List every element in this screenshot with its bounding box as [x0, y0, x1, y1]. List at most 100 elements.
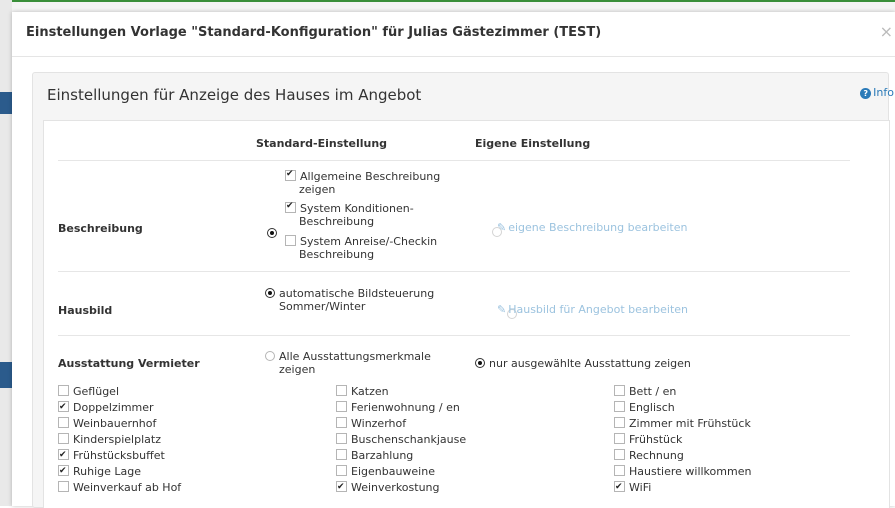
checkbox[interactable] [336, 433, 347, 444]
checkbox[interactable] [614, 449, 625, 460]
option-label: System Konditionen- [300, 202, 414, 215]
amenity-item[interactable]: Eigenbauweine [336, 464, 466, 480]
amenities-column-1: Geflügel Doppelzimmer Weinbauernhof Kinders… [58, 384, 181, 496]
beschreibung-option-2[interactable]: System Anreise/-Checkin [285, 235, 437, 248]
option-label: automatische Bildsteuerung [279, 287, 435, 300]
amenity-item[interactable]: Frühstück [614, 432, 751, 448]
option-label-continuation: Sommer/Winter [279, 300, 366, 313]
row-divider [58, 335, 850, 336]
amenity-label: Frühstück [629, 433, 683, 446]
checkbox[interactable] [614, 401, 625, 412]
amenity-label: Zimmer mit Frühstück [629, 417, 751, 430]
beschreibung-option-0[interactable]: Allgemeine Beschreibung [285, 168, 440, 183]
checkbox[interactable] [336, 479, 347, 495]
amenity-label: Barzahlung [351, 449, 414, 462]
option-label-continuation: Beschreibung [299, 215, 375, 228]
amenity-item[interactable]: Rechnung [614, 448, 751, 464]
checkbox[interactable] [58, 399, 69, 415]
ausstattung-all-option[interactable]: Alle Ausstattungsmerkmale [265, 350, 431, 363]
amenity-item[interactable]: WiFi [614, 479, 751, 496]
amenity-item[interactable]: Ruhige Lage [58, 463, 181, 480]
row-label-beschreibung: Beschreibung [58, 222, 143, 235]
amenity-label: Bett / en [629, 385, 677, 398]
checkbox[interactable] [58, 481, 69, 492]
beschreibung-option-1[interactable]: System Konditionen- [285, 200, 414, 215]
amenity-item[interactable]: Geflügel [58, 384, 181, 400]
edit-beschreibung-link[interactable]: ✎ eigene Beschreibung bearbeiten [497, 221, 687, 234]
checkbox[interactable] [614, 433, 625, 444]
ausstattung-selected-option[interactable]: nur ausgewählte Ausstattung zeigen [475, 357, 691, 370]
settings-table: Standard-Einstellung Eigene Einstellung … [43, 120, 890, 508]
checkbox[interactable] [336, 401, 347, 412]
option-label-continuation: zeigen [279, 363, 316, 376]
amenity-label: Geflügel [73, 385, 119, 398]
checkbox[interactable] [58, 385, 69, 396]
checkbox[interactable] [614, 465, 625, 476]
checkbox[interactable] [58, 447, 69, 463]
option-label-continuation: zeigen [299, 183, 336, 196]
amenity-item[interactable]: Doppelzimmer [58, 399, 181, 416]
close-button[interactable]: × [880, 24, 893, 40]
background-sidebar-chip [0, 92, 12, 114]
amenity-label: Weinverkostung [351, 481, 440, 494]
checkbox[interactable] [336, 465, 347, 476]
checkbox[interactable] [614, 417, 625, 428]
amenity-label: Katzen [351, 385, 389, 398]
modal-title: Einstellungen Vorlage "Standard-Konfigur… [26, 25, 602, 40]
edit-beschreibung-label: eigene Beschreibung bearbeiten [508, 221, 688, 234]
edit-hausbild-link[interactable]: ✎ Hausbild für Angebot bearbeiten [497, 303, 688, 316]
amenity-label: Weinbauernhof [73, 417, 157, 430]
info-label: Info [873, 86, 894, 99]
checkbox[interactable] [58, 417, 69, 428]
amenity-label: Kinderspielplatz [73, 433, 161, 446]
info-link[interactable]: ? Info [860, 86, 894, 99]
amenity-label: Frühstücksbuffet [73, 449, 165, 462]
panel-title: Einstellungen für Anzeige des Hauses im … [47, 86, 422, 104]
checkbox[interactable] [336, 385, 347, 396]
amenity-label: Buschenschankjause [351, 433, 467, 446]
amenity-item[interactable]: Haustiere willkommen [614, 464, 751, 480]
checkbox[interactable] [58, 463, 69, 479]
amenity-item[interactable]: Ferienwohnung / en [336, 400, 466, 416]
amenity-item[interactable]: Weinverkostung [336, 479, 466, 496]
hausbild-standard-radio[interactable] [265, 288, 275, 298]
beschreibung-standard-radio[interactable] [267, 228, 277, 238]
amenity-item[interactable]: Frühstücksbuffet [58, 447, 181, 464]
amenity-item[interactable]: Englisch [614, 400, 751, 416]
ausstattung-all-radio[interactable] [265, 351, 275, 361]
checkbox[interactable] [614, 479, 625, 495]
amenity-item[interactable]: Winzerhof [336, 416, 466, 432]
column-header-eigene: Eigene Einstellung [475, 137, 591, 150]
checkbox[interactable] [614, 385, 625, 396]
row-divider [58, 160, 850, 161]
checkbox[interactable] [336, 417, 347, 428]
amenities-column-2: Katzen Ferienwohnung / en Winzerhof Buschen… [336, 384, 466, 496]
amenity-item[interactable]: Weinbauernhof [58, 416, 181, 432]
amenity-item[interactable]: Weinverkauf ab Hof [58, 480, 181, 496]
amenity-item[interactable]: Zimmer mit Frühstück [614, 416, 751, 432]
modal-header: Einstellungen Vorlage "Standard-Konfigur… [12, 12, 895, 57]
amenity-label: Winzerhof [351, 417, 407, 430]
checkbox[interactable] [285, 168, 296, 181]
hausbild-standard-option[interactable]: automatische Bildsteuerung [265, 287, 434, 300]
checkbox[interactable] [285, 200, 296, 213]
amenity-item[interactable]: Kinderspielplatz [58, 432, 181, 448]
ausstattung-selected-radio[interactable] [475, 358, 485, 368]
edit-hausbild-label: Hausbild für Angebot bearbeiten [508, 303, 689, 316]
amenity-item[interactable]: Buschenschankjause [336, 432, 466, 448]
pencil-icon: ✎ [497, 221, 507, 234]
amenity-item[interactable]: Bett / en [614, 384, 751, 400]
amenity-label: Haustiere willkommen [629, 465, 752, 478]
amenity-label: Englisch [629, 401, 675, 414]
amenity-label: Weinverkauf ab Hof [73, 481, 182, 494]
row-label-ausstattung: Ausstattung Vermieter [58, 357, 200, 370]
checkbox[interactable] [58, 433, 69, 444]
background-sidebar [0, 0, 12, 506]
checkbox[interactable] [336, 449, 347, 460]
checkbox[interactable] [285, 235, 296, 246]
amenity-item[interactable]: Katzen [336, 384, 466, 400]
settings-panel: Einstellungen für Anzeige des Hauses im … [32, 72, 894, 508]
amenity-label: Ruhige Lage [73, 465, 142, 478]
question-circle-icon: ? [860, 88, 872, 99]
amenity-item[interactable]: Barzahlung [336, 448, 466, 464]
